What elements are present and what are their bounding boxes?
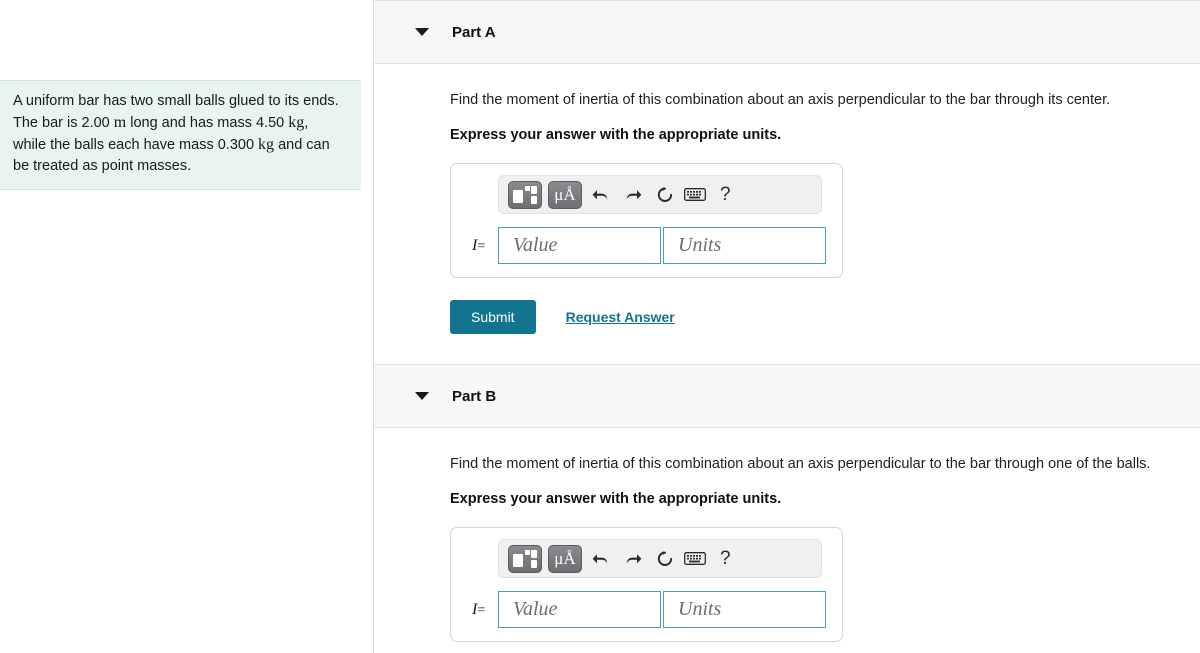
part-b-instruction: Express your answer with the appropriate… [450, 491, 782, 507]
keyboard-icon[interactable] [684, 552, 710, 565]
part-a-title: Part A [452, 23, 496, 41]
help-icon[interactable]: ? [716, 548, 731, 570]
part-b-equals: = [477, 602, 486, 618]
part-a-units-input[interactable]: Units [663, 227, 826, 264]
help-icon[interactable]: ? [716, 184, 731, 206]
unit-kilogram-balls: kg [258, 136, 275, 153]
problem-line-2-mid: long and has mass 4.50 [126, 115, 289, 131]
page-root: Review | Consta A uniform bar has two sm… [0, 0, 1200, 653]
part-b-title: Part B [452, 387, 497, 405]
part-a-equals: = [477, 238, 486, 254]
problem-line-2-post: , [304, 115, 309, 131]
part-b-units-input[interactable]: Units [663, 591, 826, 628]
part-a-quantity-label: I= [463, 237, 498, 255]
micro-angstrom-label: μÅ [554, 185, 576, 204]
undo-icon[interactable] [588, 187, 614, 203]
part-a-question: Find the moment of inertia of this combi… [450, 92, 1111, 108]
part-a-answer-widget: μÅ ? I= Value Units [450, 163, 843, 278]
problem-line-2-pre: The bar is 2.00 [13, 115, 114, 131]
part-a-body: Find the moment of inertia of this combi… [374, 64, 1200, 334]
part-b-answer-widget: μÅ ? I= Value Units [450, 527, 843, 642]
part-a-instruction: Express your answer with the appropriate… [450, 127, 782, 143]
micro-angstrom-label: μÅ [554, 549, 576, 568]
chevron-down-icon[interactable] [415, 28, 429, 36]
part-b-value-input[interactable]: Value [498, 591, 661, 628]
undo-icon[interactable] [588, 551, 614, 567]
keyboard-icon[interactable] [684, 188, 710, 201]
problem-statement-panel: A uniform bar has two small balls glued … [0, 80, 361, 190]
micro-angstrom-icon[interactable]: μÅ [548, 544, 582, 573]
micro-angstrom-icon[interactable]: μÅ [548, 180, 582, 209]
part-b-header[interactable]: Part B [374, 364, 1200, 428]
problem-line-3-pre: while the balls each have mass 0.300 [13, 137, 259, 153]
reset-icon[interactable] [652, 186, 678, 204]
problem-line-1: A uniform bar has two small balls glued … [13, 93, 339, 109]
part-b-body: Find the moment of inertia of this combi… [374, 428, 1200, 653]
problem-statement-text: A uniform bar has two small balls glued … [13, 91, 347, 177]
part-a-value-input[interactable]: Value [498, 227, 661, 264]
reset-icon[interactable] [652, 550, 678, 568]
problem-line-3-post: and can [274, 137, 330, 153]
part-b-toolbar: μÅ ? [498, 539, 822, 578]
part-a-toolbar: μÅ ? [498, 175, 822, 214]
chevron-down-icon[interactable] [415, 392, 429, 400]
redo-icon[interactable] [620, 187, 646, 203]
part-b-answer-row: I= Value Units [463, 591, 830, 628]
part-a-request-answer-link[interactable]: Request Answer [566, 309, 675, 325]
template-layout-icon[interactable] [508, 180, 542, 209]
part-a-actions: Submit Request Answer [450, 300, 1200, 334]
problem-column: A uniform bar has two small balls glued … [0, 0, 361, 653]
unit-meter: m [113, 114, 127, 131]
part-b-quantity-label: I= [463, 601, 498, 619]
template-layout-icon[interactable] [508, 544, 542, 573]
part-a-submit-button[interactable]: Submit [450, 300, 536, 334]
part-a-header[interactable]: Part A [374, 0, 1200, 64]
unit-kilogram-bar: kg [288, 114, 305, 131]
part-a-answer-row: I= Value Units [463, 227, 830, 264]
redo-icon[interactable] [620, 551, 646, 567]
part-b-question: Find the moment of inertia of this combi… [450, 456, 1151, 472]
problem-line-4: be treated as point masses. [13, 158, 192, 174]
parts-column: Part A Find the moment of inertia of thi… [374, 0, 1200, 653]
